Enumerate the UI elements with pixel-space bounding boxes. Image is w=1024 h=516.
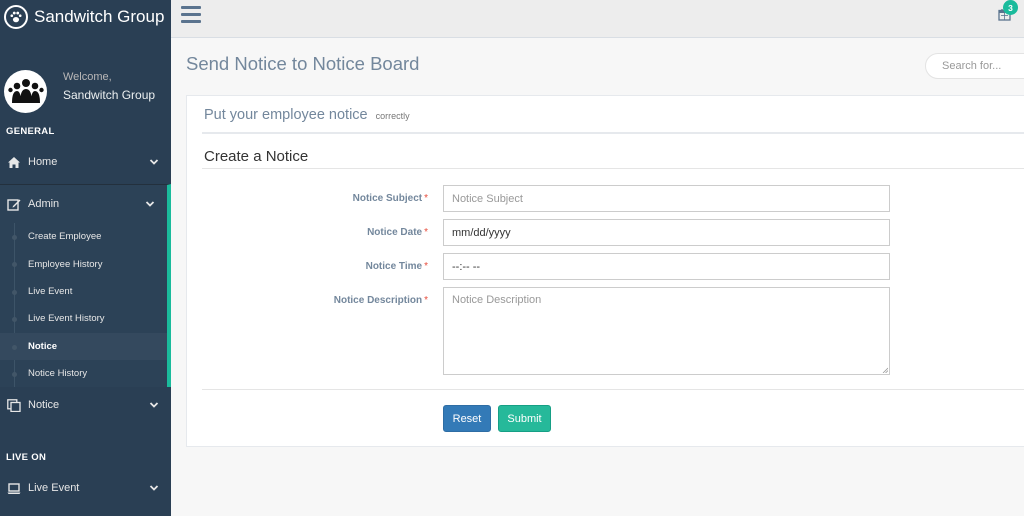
- profile-name: Sandwitch Group: [63, 87, 156, 102]
- search-input[interactable]: Search for...: [925, 53, 1024, 79]
- brand-name: Sandwitch Group: [34, 7, 165, 26]
- notice-date-input[interactable]: mm/dd/yyyy: [443, 219, 890, 246]
- profile: Welcome, Sandwitch Group: [0, 34, 171, 130]
- hamburger-icon[interactable]: [181, 6, 201, 24]
- divider: [202, 168, 1024, 169]
- paw-icon: [4, 5, 28, 29]
- admin-menu-block: Admin Create Employee Employee History L…: [0, 184, 171, 388]
- clone-icon: [6, 398, 22, 412]
- admin-submenu: Create Employee Employee History Live Ev…: [0, 223, 167, 388]
- panel-title: Put your employee notice correctly: [204, 107, 410, 123]
- page-title: Send Notice to Notice Board: [186, 53, 420, 74]
- notice-panel: Put your employee notice correctly Create…: [186, 95, 1024, 447]
- top-nav: 3: [171, 0, 1024, 38]
- chevron-down-icon: [149, 485, 159, 492]
- subject-label: Notice Subject *: [352, 193, 428, 204]
- sidebar-item-live-event[interactable]: Live Event: [0, 469, 171, 507]
- sidebar-item-label: Live Event: [28, 482, 80, 495]
- date-label: Notice Date *: [367, 227, 428, 238]
- edit-icon: [6, 197, 22, 211]
- notification-button[interactable]: 3: [998, 0, 1018, 22]
- group-users-icon: [4, 69, 47, 113]
- chevron-down-icon: [149, 402, 159, 409]
- submenu-item-employee-history[interactable]: Employee History: [0, 250, 167, 277]
- time-label: Notice Time *: [365, 261, 428, 272]
- laptop-icon: [6, 481, 22, 495]
- submenu-item-live-event-history[interactable]: Live Event History: [0, 305, 167, 332]
- sidebar: Sandwitch Group Welcome, Sandwitch Group…: [0, 0, 171, 516]
- divider: [202, 132, 1024, 134]
- form-title: Create a Notice: [204, 148, 309, 165]
- panel-subtitle: correctly: [375, 111, 410, 121]
- notice-description-textarea[interactable]: Notice Description: [443, 287, 890, 375]
- sidebar-item-label: Notice: [28, 399, 60, 412]
- notice-subject-input[interactable]: Notice Subject: [443, 185, 890, 212]
- panel-title-text: Put your employee notice: [204, 107, 368, 123]
- home-icon: [6, 155, 22, 169]
- reset-button[interactable]: Reset: [443, 405, 491, 432]
- brand[interactable]: Sandwitch Group: [0, 0, 171, 34]
- submenu-item-notice[interactable]: Notice: [0, 332, 167, 360]
- divider: [202, 389, 1024, 390]
- chevron-down-icon: [145, 201, 155, 207]
- description-label: Notice Description *: [333, 295, 428, 306]
- sidebar-item-label: Home: [28, 156, 58, 168]
- sidebar-item-home[interactable]: Home: [0, 143, 171, 181]
- section-title-live-on: LIVE ON: [6, 452, 47, 464]
- welcome-text: Welcome,: [63, 70, 112, 83]
- section-title-general: GENERAL: [6, 126, 55, 137]
- notification-badge: 3: [1003, 0, 1018, 15]
- sidebar-item-label: Admin: [28, 198, 60, 210]
- notice-time-input[interactable]: --:-- --: [443, 253, 890, 280]
- chevron-down-icon: [149, 159, 159, 165]
- submenu-item-notice-history[interactable]: Notice History: [0, 360, 167, 387]
- profile-info: Welcome, Sandwitch Group: [63, 71, 155, 102]
- submenu-item-live-event[interactable]: Live Event: [0, 278, 167, 305]
- submenu-item-create-employee[interactable]: Create Employee: [0, 223, 167, 250]
- submit-button[interactable]: Submit: [498, 405, 551, 432]
- sidebar-item-admin[interactable]: Admin: [0, 185, 167, 223]
- sidebar-item-notice[interactable]: Notice: [0, 386, 171, 424]
- resize-handle-icon[interactable]: [882, 367, 888, 373]
